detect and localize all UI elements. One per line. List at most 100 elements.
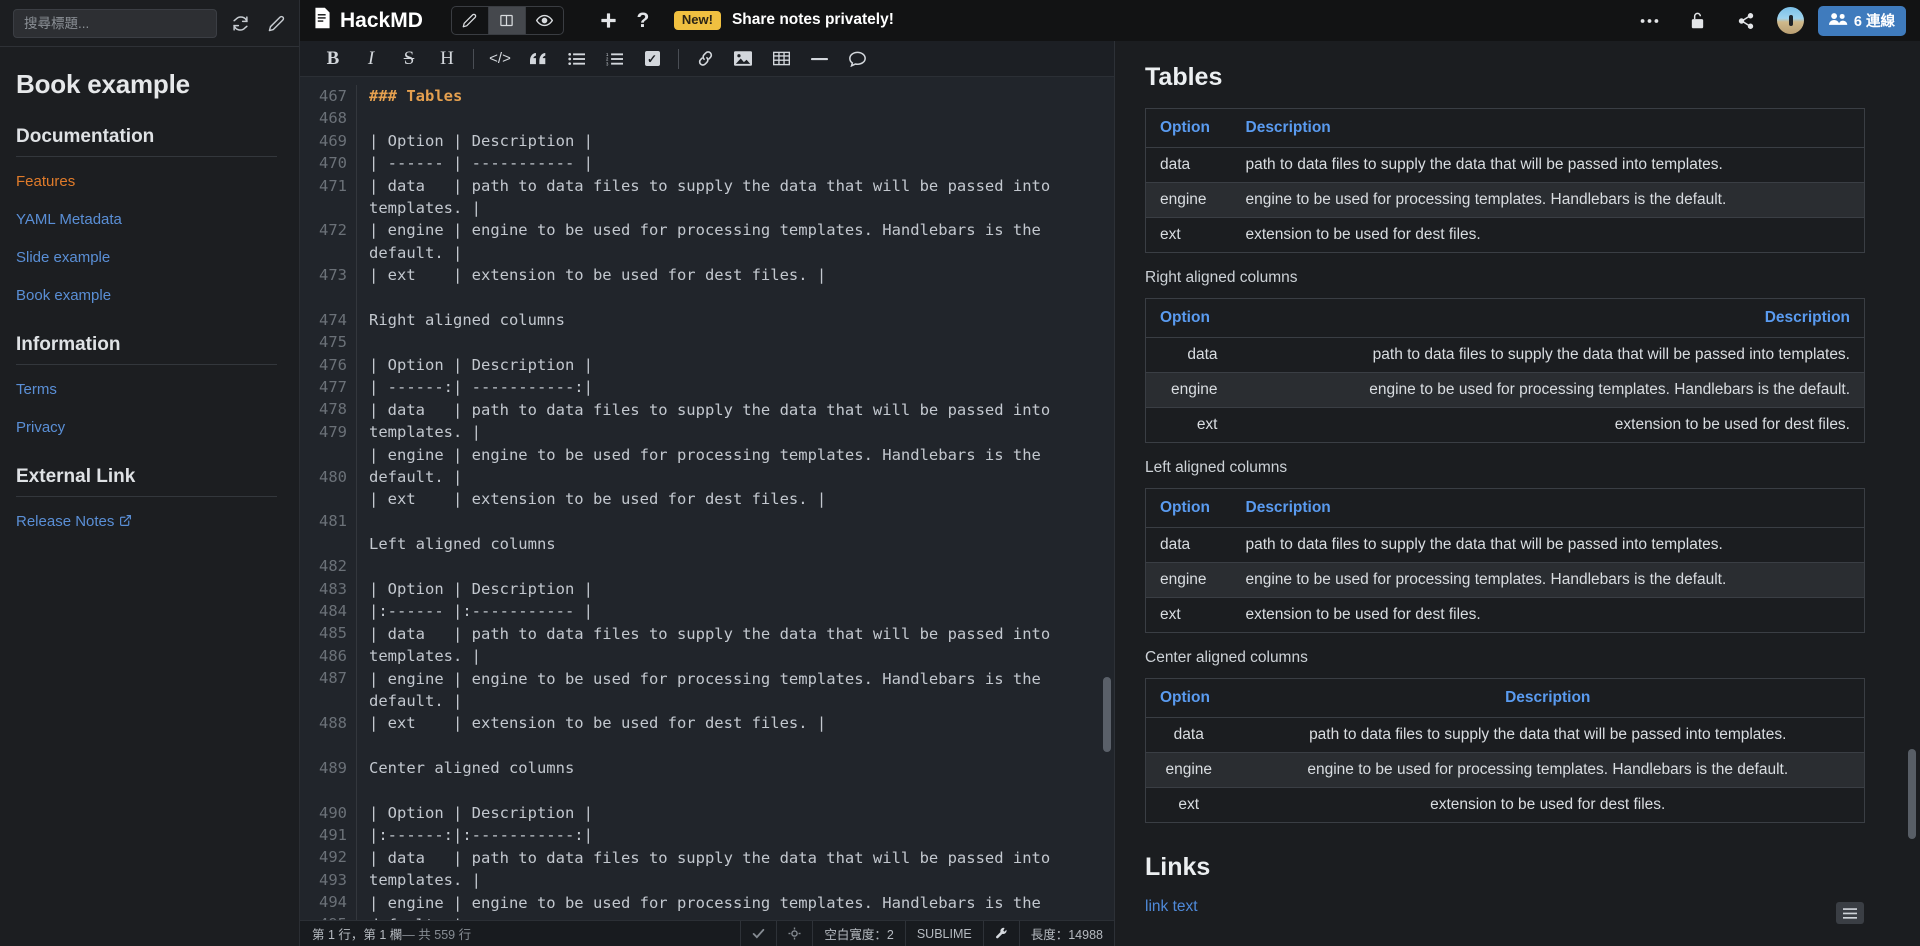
- check-icon[interactable]: [740, 920, 776, 946]
- sidebar-item-terms[interactable]: Terms: [16, 381, 277, 398]
- code-line: | Option | Description |: [369, 804, 593, 822]
- code-lines[interactable]: ### Tables | Option | Description | | ---…: [357, 85, 1114, 920]
- line-number: 472: [319, 221, 347, 240]
- code-line: | data | path to data files to supply th…: [369, 848, 1060, 890]
- code-button[interactable]: </>: [481, 44, 519, 74]
- book-title: Book example: [16, 69, 190, 99]
- mode-both-button[interactable]: [488, 7, 526, 34]
- sidebar-heading-information: Information: [16, 334, 277, 365]
- line-number: 489: [319, 758, 347, 777]
- line-number: 488: [319, 713, 347, 732]
- col-description: Description: [1231, 678, 1865, 718]
- svg-text:3: 3: [606, 61, 609, 66]
- sidebar-item-book-example[interactable]: Book example: [16, 287, 277, 304]
- wrench-icon[interactable]: [982, 920, 1019, 946]
- document-icon: [313, 7, 332, 35]
- main-area: HackMD ? New! Share notes privately! 6 連…: [300, 0, 1920, 946]
- indent-setting[interactable]: 空白寬度：2: [812, 920, 904, 946]
- refresh-icon[interactable]: [227, 10, 253, 36]
- comment-button[interactable]: [838, 44, 876, 74]
- preview-pane[interactable]: Tables Option Description data path to da…: [1115, 41, 1920, 946]
- app-root: Book example Documentation Features YAML…: [0, 0, 1920, 946]
- table-button[interactable]: [762, 44, 800, 74]
- cell-description: extension to be used for dest files.: [1614, 416, 1850, 433]
- code-line: | engine | engine to be used for process…: [369, 893, 1041, 920]
- code-line: | ------:| -----------:|: [369, 378, 593, 397]
- code-line: | data | path to data files to supply th…: [369, 624, 1060, 666]
- sidebar-item-slide-example[interactable]: Slide example: [16, 249, 277, 266]
- help-button[interactable]: ?: [626, 4, 660, 38]
- ellipsis-icon[interactable]: [1633, 4, 1667, 38]
- line-number: 478: [319, 400, 347, 419]
- line-number: 494: [319, 893, 347, 912]
- table-row: ext extension to be used for dest files.: [1146, 788, 1865, 823]
- toc-icon[interactable]: [1836, 902, 1864, 924]
- table-row: engine engine to be used for processing t…: [1145, 562, 1865, 598]
- line-number: 479: [319, 422, 347, 441]
- table-right-aligned: Option Description data path to data file…: [1145, 298, 1865, 443]
- code-editor[interactable]: 467468469470471.472.473.4744754764774784…: [300, 77, 1114, 920]
- image-button[interactable]: [724, 44, 762, 74]
- quote-button[interactable]: [519, 44, 557, 74]
- share-icon[interactable]: [1729, 4, 1763, 38]
- length-indicator[interactable]: 長度：14988: [1018, 920, 1114, 946]
- sidebar-body: Book example Documentation Features YAML…: [0, 47, 299, 531]
- line-number: 477: [319, 378, 347, 397]
- bold-button[interactable]: B: [314, 44, 352, 74]
- line-number: .: [300, 242, 347, 264]
- pencil-icon[interactable]: [263, 10, 289, 36]
- preview-link-text[interactable]: link text: [1145, 898, 1198, 915]
- strikethrough-button[interactable]: S: [390, 44, 428, 74]
- heading-button[interactable]: H: [428, 44, 466, 74]
- code-line: | Option | Description |: [369, 355, 593, 374]
- promo-banner[interactable]: New! Share notes privately!: [673, 10, 894, 31]
- new-note-button[interactable]: [592, 4, 626, 38]
- italic-button[interactable]: I: [352, 44, 390, 74]
- sidebar-item-label: Release Notes: [16, 513, 115, 530]
- cell-description: extension to be used for dest files.: [1245, 606, 1481, 623]
- mode-edit-button[interactable]: [452, 7, 489, 34]
- search-input[interactable]: [13, 8, 217, 38]
- editor-scrollbar[interactable]: [1103, 677, 1111, 752]
- unordered-list-button[interactable]: [557, 44, 595, 74]
- checklist-button[interactable]: ✓: [633, 44, 671, 74]
- line-number: 484: [319, 601, 347, 620]
- code-line: ### Tables: [369, 87, 463, 105]
- brand-label: HackMD: [340, 8, 423, 32]
- length-label: 長度：14988: [1030, 928, 1103, 942]
- table-row: data path to data files to supply the dat…: [1145, 527, 1865, 563]
- line-number: 483: [319, 579, 347, 598]
- sidebar-item-features[interactable]: Features: [16, 173, 277, 190]
- cell-option: data: [1145, 337, 1232, 373]
- sidebar-item-release-notes[interactable]: Release Notes: [16, 513, 277, 531]
- col-description: Description: [1231, 298, 1865, 338]
- sidebar-item-yaml-metadata[interactable]: YAML Metadata: [16, 211, 277, 228]
- mode-view-button[interactable]: [526, 7, 563, 34]
- cell-option: engine: [1145, 752, 1232, 788]
- code-line: | data | path to data files to supply th…: [369, 400, 1060, 442]
- ordered-list-button[interactable]: 1 2 3: [595, 44, 633, 74]
- code-line: Center aligned columns: [369, 759, 575, 778]
- unlock-icon[interactable]: [1681, 4, 1715, 38]
- line-number-gutter: 467468469470471.472.473.4744754764774784…: [300, 85, 357, 920]
- online-users-button[interactable]: 6 連線: [1817, 5, 1906, 36]
- line-number: 482: [319, 557, 347, 576]
- line-number: 481: [319, 512, 347, 531]
- spinner-icon[interactable]: [776, 920, 812, 946]
- table-row: data path to data files to supply the dat…: [1145, 147, 1865, 183]
- horizontal-rule-button[interactable]: [800, 44, 838, 74]
- avatar[interactable]: [1776, 7, 1804, 34]
- link-button[interactable]: [686, 44, 724, 74]
- col-option: Option: [1145, 108, 1232, 148]
- preview-scrollbar[interactable]: [1908, 749, 1916, 839]
- sidebar-heading-documentation: Documentation: [16, 126, 277, 157]
- line-number: .: [300, 287, 347, 309]
- code-line: | ext | extension to be used for dest fi…: [369, 490, 827, 509]
- cell-description: path to data files to supply the data th…: [1231, 337, 1865, 373]
- sidebar-item-privacy[interactable]: Privacy: [16, 419, 277, 436]
- brand-logo[interactable]: HackMD: [313, 7, 423, 35]
- keymap-setting[interactable]: SUBLIME: [904, 920, 983, 946]
- code-line: |:------ |:----------- |: [369, 602, 593, 621]
